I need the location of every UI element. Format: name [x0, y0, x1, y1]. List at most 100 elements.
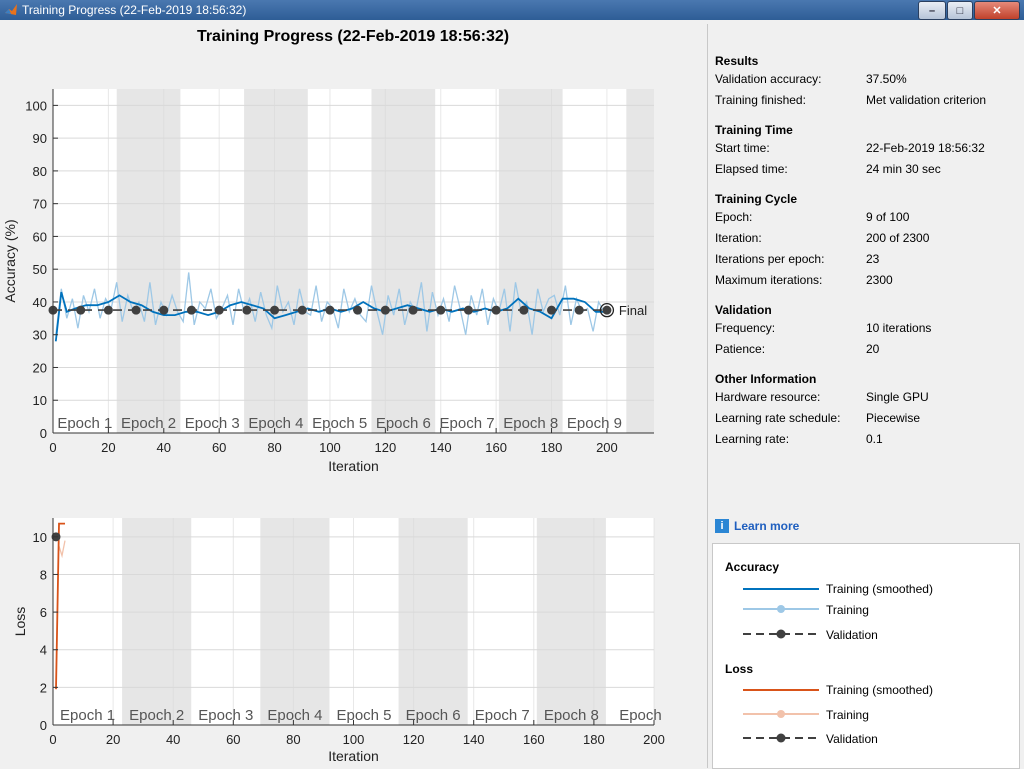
x-tick-label: 200	[643, 732, 665, 747]
epoch-band	[116, 89, 181, 433]
legend-accuracy-title: Accuracy	[725, 560, 780, 574]
x-tick-label: 20	[106, 732, 120, 747]
validation-point	[242, 305, 252, 315]
info-key: Patience:	[715, 342, 766, 356]
x-tick-label: 40	[157, 440, 171, 455]
info-value: Piecewise	[866, 411, 921, 425]
validation-point	[159, 305, 169, 315]
x-tick-label: 0	[49, 440, 56, 455]
epoch-label: Epoch	[619, 707, 662, 724]
legend-loss-validation-line	[743, 733, 819, 743]
info-value: 23	[866, 252, 880, 266]
y-tick-label: 80	[33, 164, 47, 179]
info-value: Met validation criterion	[866, 93, 987, 107]
validation-point	[602, 305, 612, 315]
info-value: 24 min 30 sec	[866, 162, 941, 176]
info-section-title: Validation	[715, 303, 772, 317]
info-key: Frequency:	[715, 321, 776, 335]
y-tick-label: 4	[40, 643, 47, 658]
y-tick-label: 10	[33, 530, 47, 545]
info-value: Single GPU	[866, 390, 929, 404]
x-tick-label: 180	[583, 732, 605, 747]
epoch-band	[371, 89, 436, 433]
epoch-band	[536, 518, 606, 725]
epoch-label: Epoch 4	[267, 707, 322, 724]
validation-point	[408, 305, 418, 315]
x-axis-label: Iteration	[328, 458, 379, 474]
info-value: 200 of 2300	[866, 231, 930, 245]
info-icon: i	[715, 519, 729, 533]
epoch-label: Epoch 3	[198, 707, 253, 724]
legend-acc-training-line	[743, 605, 819, 613]
info-key: Start time:	[715, 141, 770, 155]
validation-point	[103, 305, 113, 315]
info-value: 20	[866, 342, 880, 356]
info-section-title: Results	[715, 54, 759, 68]
epoch-label: Epoch 3	[185, 415, 240, 432]
x-tick-label: 140	[430, 440, 452, 455]
info-row: Hardware resource: Single GPU	[715, 390, 1011, 411]
info-row: Iteration: 200 of 2300	[715, 231, 1011, 252]
x-tick-label: 80	[286, 732, 300, 747]
minimize-button[interactable]: –	[918, 1, 946, 20]
info-key: Elapsed time:	[715, 162, 788, 176]
info-row: Epoch: 9 of 100	[715, 210, 1011, 231]
validation-point	[491, 305, 501, 315]
x-tick-label: 0	[49, 732, 56, 747]
validation-point	[325, 305, 335, 315]
training-plots: Epoch 1 Epoch 2 Epoch 3 Epoch 4 Epoch 5 Epoch…	[2, 89, 665, 764]
legend-loss-validation-label: Validation	[826, 732, 878, 746]
epoch-label: Epoch 1	[57, 415, 112, 432]
info-value: 0.1	[866, 432, 883, 446]
validation-point	[574, 305, 584, 315]
learn-more-link[interactable]: i Learn more	[715, 519, 799, 533]
epoch-label: Epoch 4	[248, 415, 303, 432]
x-tick-label: 120	[403, 732, 425, 747]
info-row: Start time: 22-Feb-2019 18:56:32	[715, 141, 1011, 162]
close-button[interactable]: ✕	[974, 1, 1020, 20]
info-key: Iterations per epoch:	[715, 252, 825, 266]
epoch-label: Epoch 7	[440, 415, 495, 432]
epoch-band	[122, 518, 192, 725]
info-value: 2300	[866, 273, 893, 287]
y-tick-label: 20	[33, 360, 47, 375]
x-tick-label: 60	[226, 732, 240, 747]
info-value: 10 iterations	[866, 321, 932, 335]
epoch-label: Epoch 6	[376, 415, 431, 432]
y-tick-label: 50	[33, 262, 47, 277]
validation-point	[436, 305, 446, 315]
x-tick-label: 120	[374, 440, 396, 455]
info-row: Patience: 20	[715, 342, 1011, 363]
info-sections: Results Validation accuracy: 37.50% Trainin…	[715, 54, 1011, 453]
info-value: 37.50%	[866, 72, 907, 86]
y-axis-label: Loss	[12, 607, 28, 637]
x-axis-label: Iteration	[328, 748, 379, 764]
x-tick-label: 160	[485, 440, 507, 455]
epoch-label: Epoch 1	[60, 707, 115, 724]
info-row: Iterations per epoch: 23	[715, 252, 1011, 273]
y-tick-label: 100	[25, 98, 47, 113]
matlab-icon	[5, 4, 17, 15]
info-row: Learning rate: 0.1	[715, 432, 1011, 453]
legend-acc-training-label: Training	[826, 603, 869, 617]
validation-point	[76, 305, 86, 315]
validation-point	[547, 305, 557, 315]
epoch-label: Epoch 8	[544, 707, 599, 724]
x-tick-label: 180	[541, 440, 563, 455]
x-tick-label: 20	[101, 440, 115, 455]
info-row: Validation accuracy: 37.50%	[715, 72, 1011, 93]
info-value: 9 of 100	[866, 210, 910, 224]
validation-point	[270, 305, 280, 315]
x-tick-label: 80	[267, 440, 281, 455]
epoch-label: Epoch 5	[336, 707, 391, 724]
epoch-label: Epoch 8	[503, 415, 558, 432]
y-tick-label: 90	[33, 131, 47, 146]
maximize-button[interactable]: □	[947, 1, 973, 20]
info-panel: Results Validation accuracy: 37.50% Trainin…	[707, 24, 1020, 769]
info-row: Frequency: 10 iterations	[715, 321, 1011, 342]
window-titlebar: Training Progress (22-Feb-2019 18:56:32)…	[0, 0, 1024, 20]
legend-loss-title: Loss	[725, 662, 754, 676]
epoch-label: Epoch 9	[567, 415, 622, 432]
y-tick-label: 8	[40, 567, 47, 582]
info-row: Maximum iterations: 2300	[715, 273, 1011, 294]
